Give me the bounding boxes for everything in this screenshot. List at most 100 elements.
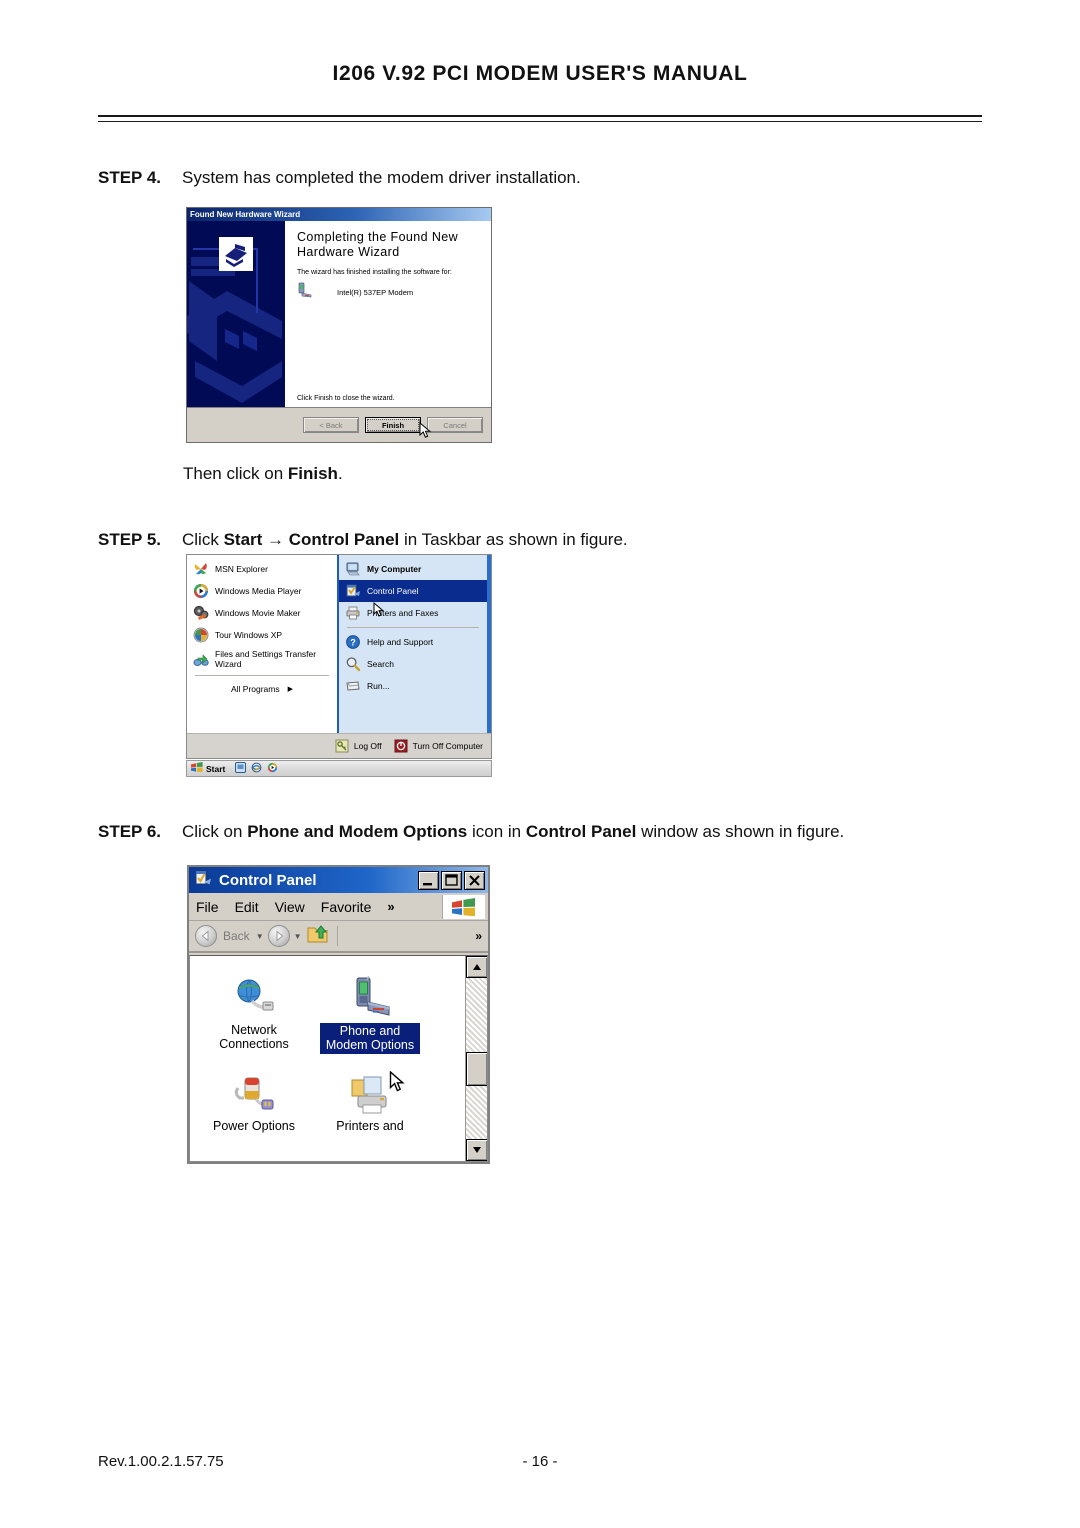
wizard-device-name: Intel(R) 537EP Modem	[337, 287, 414, 297]
start-item-label: Control Panel	[367, 586, 419, 596]
start-item-windows-movie-maker[interactable]: Windows Movie Maker	[187, 602, 337, 624]
cp-item-printers-and-faxes[interactable]: Printers and	[320, 1068, 420, 1133]
note-suffix: .	[337, 464, 343, 483]
menu-edit[interactable]: Edit	[235, 899, 259, 915]
my-computer-icon	[345, 561, 361, 577]
wizard-titlebar: Found New Hardware Wizard	[187, 208, 491, 221]
cp-item-network-connections[interactable]: Network Connections	[204, 972, 304, 1054]
tour-windows-icon	[193, 627, 209, 643]
start-menu-columns: MSN Explorer Windows Media Player Window…	[187, 555, 491, 733]
scroll-down-button[interactable]	[466, 1139, 487, 1161]
cp-item-label: Network Connections	[219, 1023, 289, 1052]
up-folder-icon[interactable]	[306, 923, 330, 950]
start-item-label: MSN Explorer	[215, 564, 268, 574]
focus-outline	[367, 419, 419, 431]
wizard-back-button[interactable]: < Back	[303, 417, 359, 433]
menu-overflow-chevron-icon[interactable]: »	[387, 899, 394, 914]
back-arrow-icon[interactable]	[195, 925, 217, 947]
start-menu-panel: MSN Explorer Windows Media Player Window…	[186, 554, 492, 759]
step-4-line: STEP 4. System has completed the modem dr…	[98, 168, 581, 188]
start-item-control-panel[interactable]: Control Panel	[339, 580, 487, 602]
maximize-button[interactable]	[441, 870, 462, 890]
start-item-run[interactable]: Run...	[339, 675, 487, 697]
header-divider	[98, 115, 982, 122]
network-connections-icon	[204, 972, 304, 1020]
media-player-icon[interactable]	[267, 760, 278, 778]
close-button[interactable]	[464, 870, 485, 890]
wizard-heading-line-1: Completing the Found New	[297, 230, 459, 244]
svg-text:?: ?	[350, 638, 356, 648]
wizard-cancel-button[interactable]: Cancel	[427, 417, 483, 433]
step-5-label: STEP 5.	[98, 530, 161, 549]
start-menu-right-column: My Computer Control Panel Printers and F…	[339, 555, 491, 733]
start-menu-bottom-bar: Log Off Turn Off Computer	[187, 733, 491, 758]
cp-item-power-options[interactable]: Power Options	[204, 1068, 304, 1133]
start-item-search[interactable]: Search	[339, 653, 487, 675]
toolbar-overflow-chevron-icon[interactable]: »	[475, 929, 482, 943]
cp-item-phone-and-modem-options[interactable]: Phone and Modem Options	[320, 972, 420, 1054]
window-controls	[418, 870, 485, 890]
control-panel-titlebar: Control Panel	[189, 867, 488, 893]
wizard-main-pane: Completing the Found New Hardware Wizard…	[285, 221, 491, 407]
wizard-sidebar-graphic	[187, 221, 285, 407]
start-item-my-computer[interactable]: My Computer	[339, 558, 487, 580]
scroll-up-button[interactable]	[466, 956, 487, 978]
footer-page-number: - 16 -	[522, 1453, 558, 1470]
forward-arrow-icon[interactable]	[267, 925, 290, 947]
start-menu-figure: MSN Explorer Windows Media Player Window…	[186, 554, 492, 784]
step-6-b1: Phone and Modem Options	[247, 822, 468, 841]
desktop-icon[interactable]	[235, 760, 247, 778]
start-item-tour-windows-xp[interactable]: Tour Windows XP	[187, 624, 337, 646]
menu-favorite[interactable]: Favorite	[321, 899, 372, 915]
manual-page: I206 V.92 PCI MODEM USER'S MANUAL STEP 4…	[0, 0, 1080, 1528]
windows-taskbar: Start	[186, 760, 492, 777]
start-item-all-programs[interactable]: All Programs ▶	[187, 679, 337, 698]
turn-off-computer-button[interactable]: Turn Off Computer	[394, 739, 483, 753]
menu-file[interactable]: File	[196, 899, 219, 915]
menu-view[interactable]: View	[275, 899, 305, 915]
control-panel-window-figure: Control Panel File Edit View Favorite »	[187, 865, 490, 1164]
control-panel-menubar: File Edit View Favorite »	[189, 893, 488, 921]
step-6-b2: Control Panel	[525, 822, 637, 841]
forward-dropdown-caret-icon[interactable]: ▼	[294, 932, 302, 941]
wizard-footer-note: Click Finish to close the wizard.	[297, 395, 395, 402]
step-5-b2: Control Panel	[288, 530, 400, 549]
wizard-finish-button[interactable]: Finish	[365, 417, 421, 433]
minimize-button[interactable]	[418, 870, 439, 890]
printers-and-faxes-icon	[320, 1068, 420, 1116]
start-menu-left-divider	[195, 675, 329, 677]
control-panel-title-text: Control Panel	[219, 871, 317, 889]
log-off-button[interactable]: Log Off	[335, 739, 382, 753]
wizard-body: Completing the Found New Hardware Wizard…	[187, 221, 491, 408]
all-programs-label: All Programs	[230, 684, 280, 695]
step-4-text: System has completed the modem driver in…	[182, 168, 581, 187]
step-4-label: STEP 4.	[98, 168, 161, 187]
wizard-emblem-icon	[219, 237, 253, 271]
start-item-help-and-support[interactable]: ? Help and Support	[339, 631, 487, 653]
start-item-label: Run...	[367, 681, 390, 691]
start-item-msn-explorer[interactable]: MSN Explorer	[187, 558, 337, 580]
vertical-scrollbar[interactable]	[465, 956, 487, 1161]
step-6-t1: Click on	[182, 822, 248, 841]
icon-row: Power Options Printers and	[204, 1068, 465, 1133]
control-panel-icon	[345, 583, 361, 599]
note-prefix: Then click on	[183, 464, 288, 483]
internet-explorer-icon[interactable]	[251, 760, 262, 778]
step-6-label: STEP 6.	[98, 822, 161, 841]
step-4-note: Then click on Finish.	[183, 464, 343, 484]
step-5-t1: Click	[182, 530, 224, 549]
scrollbar-thumb[interactable]	[466, 1052, 487, 1086]
wizard-device-row: Intel(R) 537EP Modem	[297, 282, 483, 303]
back-button-label[interactable]: Back	[223, 929, 250, 943]
power-options-icon	[204, 1068, 304, 1116]
control-panel-toolbar: Back ▼ ▼ »	[189, 921, 488, 953]
start-button[interactable]: Start	[189, 761, 230, 776]
start-item-label: Tour Windows XP	[215, 630, 283, 640]
start-item-printers-and-faxes[interactable]: Printers and Faxes	[339, 602, 487, 624]
back-dropdown-caret-icon[interactable]: ▼	[256, 932, 264, 941]
start-item-label: Help and Support	[367, 637, 434, 647]
start-item-windows-media-player[interactable]: Windows Media Player	[187, 580, 337, 602]
step-6-t3: window as shown in figure.	[636, 822, 845, 841]
start-item-files-and-settings-transfer-wizard[interactable]: Files and Settings Transfer Wizard	[187, 646, 337, 672]
start-item-label: Windows Movie Maker	[215, 608, 301, 618]
